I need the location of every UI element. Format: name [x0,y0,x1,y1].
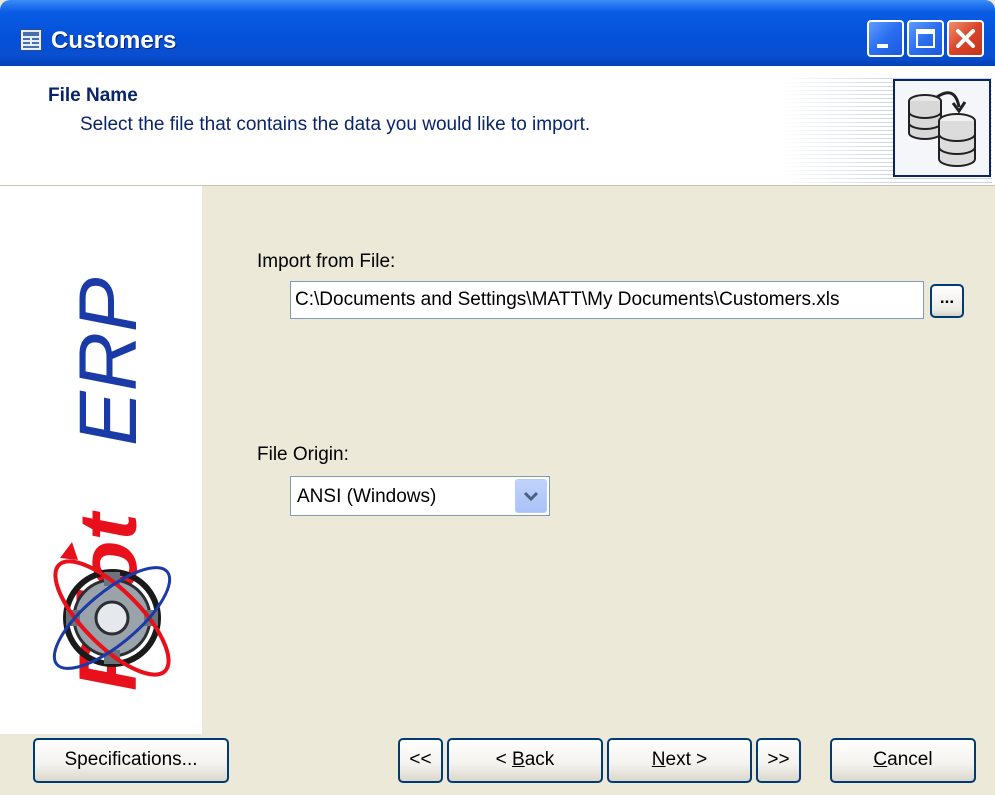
window-title: Customers [51,27,177,54]
dropdown-arrow-icon[interactable] [515,479,547,513]
brand-panel: Pilot ERP [0,186,202,734]
file-path-input[interactable]: C:\Documents and Settings\MATT\My Docume… [290,281,924,319]
svg-text:ERP: ERP [63,277,154,446]
close-button[interactable] [947,20,984,57]
minimize-button[interactable] [867,20,904,57]
maximize-button[interactable] [907,20,944,57]
next-button[interactable]: Next > [607,738,752,783]
database-import-icon [893,79,991,177]
file-origin-value: ANSI (Windows) [297,486,437,507]
file-origin-select[interactable]: ANSI (Windows) [290,476,550,516]
title-bar[interactable]: Customers [0,0,995,66]
first-page-button[interactable]: << [398,738,443,783]
back-button[interactable]: < Back [447,738,603,783]
browse-button[interactable]: ... [930,284,964,318]
pilot-erp-logo: Pilot ERP [52,277,172,691]
file-origin-label: File Origin: [257,444,349,465]
app-window-icon[interactable] [20,29,42,51]
wizard-header: File Name Select the file that contains … [0,66,995,186]
specifications-button[interactable]: Specifications... [33,738,229,783]
step-title: File Name [48,85,138,106]
step-description: Select the file that contains the data y… [80,114,591,135]
last-page-button[interactable]: >> [756,738,801,783]
import-file-label: Import from File: [257,251,396,272]
cancel-button[interactable]: Cancel [830,738,976,783]
